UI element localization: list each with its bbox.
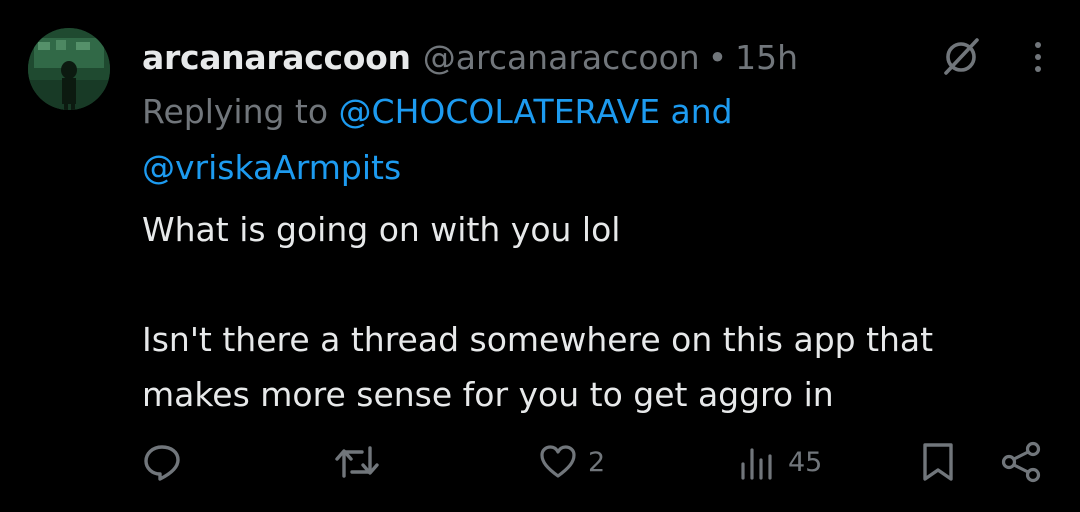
- bookmark-icon: [920, 441, 956, 483]
- like-button[interactable]: 2: [538, 436, 605, 488]
- tweet-text-line: Isn't there a thread somewhere on this a…: [142, 320, 934, 414]
- user-handle[interactable]: @arcanaraccoon: [423, 38, 700, 77]
- share-icon: [1000, 440, 1044, 484]
- reply-mention[interactable]: @CHOCOLATERAVE: [339, 92, 661, 131]
- grok-icon[interactable]: [938, 34, 984, 80]
- replying-to: Replying to @CHOCOLATERAVE and @vriskaAr…: [142, 84, 1002, 196]
- more-options-icon[interactable]: [1032, 39, 1044, 75]
- tweet[interactable]: arcanaraccoon @arcanaraccoon • 15h Reply…: [0, 0, 1080, 512]
- views-icon: [738, 442, 778, 482]
- bookmark-button[interactable]: [920, 436, 956, 488]
- retweet-icon: [334, 442, 380, 482]
- reply-mention[interactable]: @vriskaArmpits: [142, 148, 401, 187]
- tweet-text-line: What is going on with you lol: [142, 210, 621, 249]
- share-button[interactable]: [1000, 436, 1044, 488]
- timestamp[interactable]: 15h: [735, 38, 798, 77]
- avatar[interactable]: [28, 28, 110, 110]
- action-bar: 2 45: [142, 436, 1052, 488]
- header-actions: [938, 34, 1044, 80]
- avatar-image: [28, 28, 110, 110]
- separator-dot: •: [707, 37, 728, 77]
- reply-button[interactable]: [142, 436, 182, 488]
- views-count: 45: [788, 446, 823, 478]
- replying-prefix: Replying to: [142, 92, 329, 131]
- display-name[interactable]: arcanaraccoon: [142, 38, 411, 77]
- like-count: 2: [588, 446, 606, 478]
- retweet-button[interactable]: [334, 436, 380, 488]
- tweet-body: What is going on with you lol Isn't ther…: [142, 202, 1042, 422]
- reply-conjunction[interactable]: and: [671, 92, 733, 131]
- heart-icon: [538, 442, 578, 482]
- views-button[interactable]: 45: [738, 436, 822, 488]
- reply-icon: [142, 442, 182, 482]
- tweet-header: arcanaraccoon @arcanaraccoon • 15h: [142, 34, 798, 80]
